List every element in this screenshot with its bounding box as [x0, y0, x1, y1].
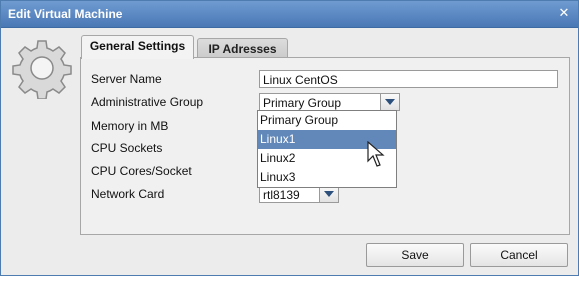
- memory-label: Memory in MB: [91, 119, 169, 133]
- chevron-down-icon[interactable]: [319, 186, 338, 202]
- save-button[interactable]: Save: [366, 243, 464, 267]
- gear-icon: [12, 40, 72, 99]
- edit-vm-dialog: Edit Virtual Machine ✕ General Settings …: [0, 0, 579, 276]
- server-name-value: Linux CentOS: [263, 73, 338, 87]
- window-title: Edit Virtual Machine: [8, 7, 123, 21]
- admin-group-label: Administrative Group: [91, 95, 204, 109]
- admin-group-value: Primary Group: [263, 96, 342, 110]
- dropdown-option-linux3[interactable]: Linux3: [258, 168, 396, 187]
- server-name-label: Server Name: [91, 72, 162, 86]
- admin-group-select[interactable]: Primary Group: [259, 93, 400, 111]
- network-card-value: rtl8139: [263, 188, 300, 202]
- title-bar[interactable]: Edit Virtual Machine ✕: [1, 1, 578, 28]
- server-name-input[interactable]: Linux CentOS: [259, 70, 558, 88]
- cpu-sockets-label: CPU Sockets: [91, 141, 163, 155]
- chevron-down-icon[interactable]: [380, 94, 399, 110]
- close-button[interactable]: ✕: [556, 5, 572, 21]
- network-card-label: Network Card: [91, 187, 165, 201]
- cpu-cores-label: CPU Cores/Socket: [91, 164, 192, 178]
- cancel-button[interactable]: Cancel: [470, 243, 568, 267]
- dropdown-option-primary-group[interactable]: Primary Group: [258, 111, 396, 130]
- mouse-pointer-icon: [367, 141, 385, 167]
- tab-general-settings[interactable]: General Settings: [81, 35, 194, 59]
